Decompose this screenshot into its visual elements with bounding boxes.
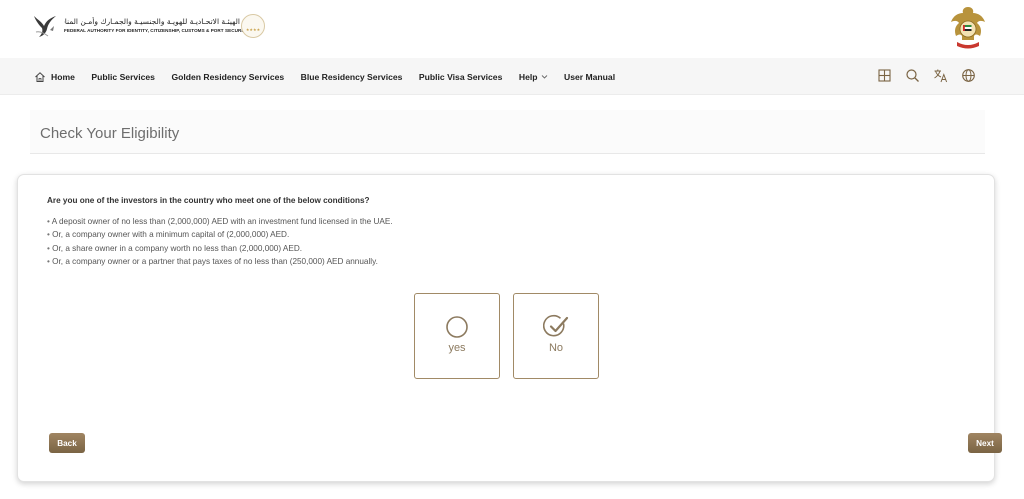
main-navbar: Home Public Services Golden Residency Se… [0, 58, 1024, 95]
next-button[interactable]: Next [968, 433, 1002, 453]
logo-text-arabic: الهيئـة الاتحـاديـة للهويـة والجنسيـة وا… [64, 17, 240, 26]
conditions-list: A deposit owner of no less than (2,000,0… [47, 215, 393, 268]
condition-item: A deposit owner of no less than (2,000,0… [47, 215, 393, 228]
option-yes[interactable]: yes [414, 293, 500, 379]
falcon-logo-icon [34, 16, 56, 37]
option-no-label: No [548, 342, 564, 354]
nav-item-blue-residency-services[interactable]: Blue Residency Services [301, 72, 403, 82]
option-no[interactable]: No [513, 293, 599, 379]
condition-item: Or, a company owner with a minimum capit… [47, 228, 393, 241]
grid-icon[interactable] [877, 68, 892, 83]
back-button[interactable]: Back [49, 433, 85, 453]
page-title-bar: Check Your Eligibility [30, 110, 985, 154]
nav-item-label: Blue Residency Services [300, 71, 403, 82]
logo-text: الهيئـة الاتحـاديـة للهويـة والجنسيـة وا… [64, 17, 249, 35]
option-yes-label: yes [448, 342, 466, 354]
logo-text-english: FEDERAL AUTHORITY FOR IDENTITY, CITIZENS… [64, 28, 249, 33]
nav-item-label: Home [51, 71, 75, 82]
translate-icon[interactable] [933, 68, 948, 83]
star-rating-icon: ★★★★ [245, 26, 261, 32]
nav-item-label: Public Visa Services [418, 71, 503, 82]
nav-item-label: Golden Residency Services [171, 71, 285, 82]
home-icon [35, 71, 45, 82]
top-header: الهيئـة الاتحـاديـة للهويـة والجنسيـة وا… [0, 0, 1024, 58]
nav-item-user-manual[interactable]: User Manual [564, 72, 615, 82]
authority-logo[interactable]: الهيئـة الاتحـاديـة للهويـة والجنسيـة وا… [30, 12, 249, 40]
radio-unchecked-icon [446, 316, 468, 338]
nav-item-public-services[interactable]: Public Services [91, 72, 155, 82]
page-title: Check Your Eligibility [40, 125, 180, 142]
nav-item-label: Public Services [91, 71, 155, 82]
uae-emblem-icon [951, 7, 985, 49]
eligibility-question: Are you one of the investors in the coun… [47, 196, 370, 205]
nav-item-label: User Manual [564, 71, 616, 82]
rating-badge: ★★★★ [241, 14, 265, 38]
eligibility-card: Are you one of the investors in the coun… [17, 174, 1002, 482]
search-icon[interactable] [905, 68, 920, 83]
nav-item-label: Help [518, 71, 538, 82]
globe-icon[interactable] [961, 68, 976, 83]
condition-item: Or, a share owner in a company worth no … [47, 242, 393, 255]
chevron-down-icon [541, 75, 547, 79]
nav-utility-icons [877, 68, 989, 83]
nav-item-public-visa-services[interactable]: Public Visa Services [419, 72, 502, 82]
nav-item-golden-residency-services[interactable]: Golden Residency Services [171, 72, 284, 82]
nav-item-home[interactable]: Home [34, 71, 75, 83]
nav-item-help[interactable]: Help [519, 72, 548, 82]
condition-item: Or, a company owner or a partner that pa… [47, 255, 393, 268]
check-circle-icon [543, 314, 569, 337]
nav-menu: Home Public Services Golden Residency Se… [34, 58, 632, 95]
